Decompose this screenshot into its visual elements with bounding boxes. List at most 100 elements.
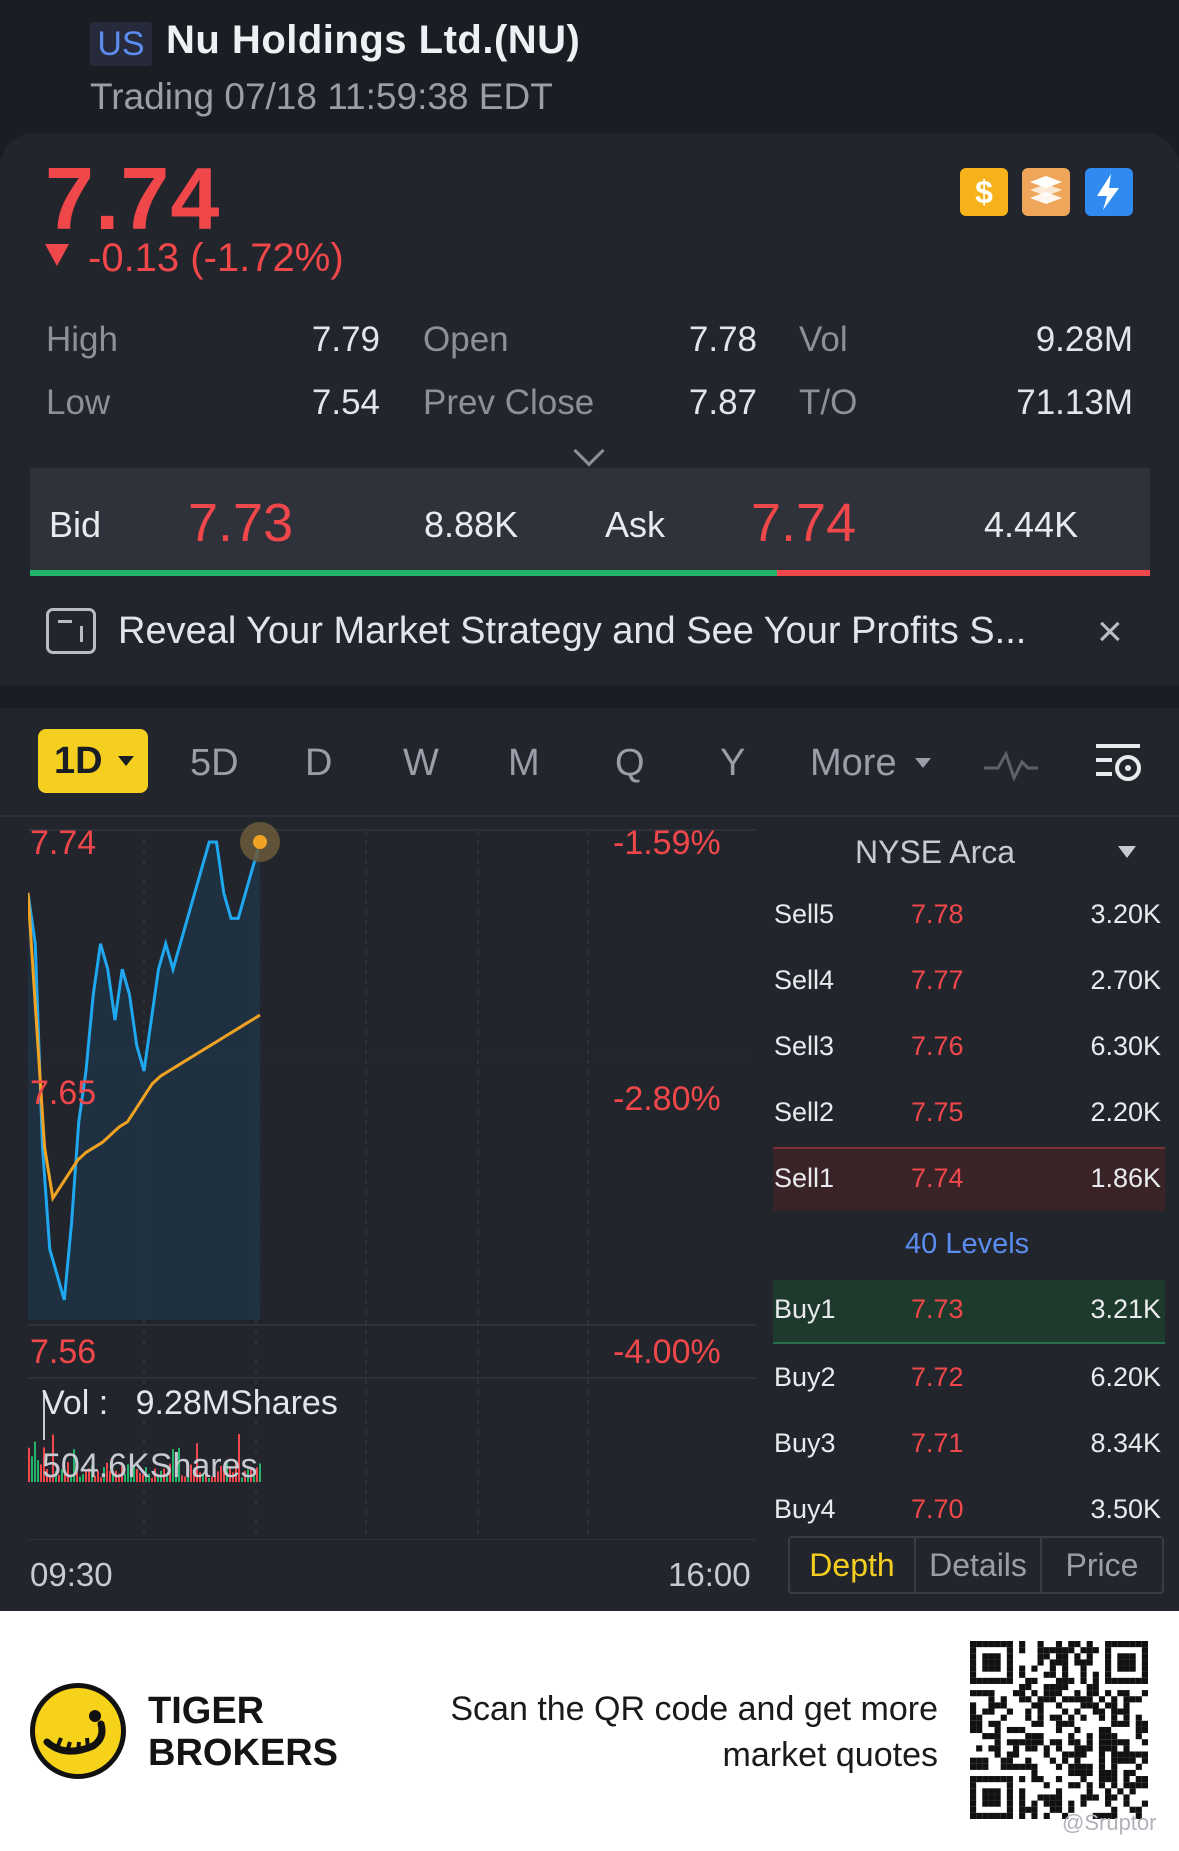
- qr-module: [1012, 1739, 1020, 1746]
- qr-module: [1092, 1702, 1099, 1709]
- qr-module: [1086, 1763, 1093, 1770]
- qr-module: [1000, 1714, 1007, 1721]
- qr-module: [1135, 1733, 1142, 1740]
- qr-module: [970, 1671, 977, 1678]
- qr-module: [970, 1653, 977, 1660]
- qr-module: [1135, 1696, 1142, 1703]
- qr-module: [1006, 1812, 1013, 1819]
- qr-module: [1031, 1800, 1038, 1807]
- qr-module: [1111, 1794, 1118, 1801]
- qr-module: [988, 1776, 995, 1783]
- tab-more[interactable]: More: [810, 742, 897, 785]
- qr-module: [1062, 1665, 1069, 1672]
- qr-module: [1043, 1800, 1050, 1807]
- tab-q[interactable]: Q: [615, 742, 645, 785]
- qr-module: [988, 1733, 995, 1740]
- buy-price: 7.73: [911, 1294, 964, 1324]
- qr-module: [1123, 1641, 1130, 1648]
- books-icon[interactable]: [1022, 168, 1070, 216]
- qr-module: [1105, 1733, 1112, 1740]
- qr-module: [1006, 1671, 1013, 1678]
- footer-message: Scan the QR code and get more market quo…: [380, 1686, 938, 1778]
- qr-module: [1129, 1659, 1136, 1666]
- time-end-label: 16:00: [668, 1556, 751, 1593]
- sell-size: 2.20K: [1090, 1097, 1161, 1127]
- qr-module: [1092, 1794, 1099, 1801]
- levels-link[interactable]: 40 Levels: [905, 1228, 1029, 1261]
- tab-m[interactable]: M: [508, 742, 540, 785]
- qr-module: [1062, 1757, 1069, 1764]
- qr-module: [1129, 1653, 1136, 1660]
- qr-module: [1000, 1696, 1007, 1703]
- qr-module: [1141, 1800, 1148, 1807]
- qr-module: [1080, 1800, 1087, 1807]
- qr-module: [988, 1690, 995, 1697]
- tab-y[interactable]: Y: [720, 742, 745, 785]
- qr-module: [1043, 1782, 1050, 1789]
- y-axis-top-label: 7.74: [30, 824, 97, 862]
- qr-module: [994, 1726, 1001, 1734]
- qr-module: [1080, 1745, 1087, 1752]
- qr-module: [982, 1788, 989, 1795]
- qr-module: [1025, 1733, 1032, 1740]
- caret-down-icon[interactable]: [1118, 846, 1136, 858]
- qr-module: [1006, 1788, 1013, 1795]
- qr-module: [1129, 1788, 1136, 1795]
- qr-module: [1141, 1751, 1148, 1758]
- qr-module: [988, 1641, 995, 1648]
- dollar-icon[interactable]: $: [960, 168, 1008, 216]
- buy-label: Buy4: [774, 1494, 836, 1524]
- qr-module: [994, 1659, 1001, 1666]
- sell-label: Sell3: [774, 1031, 835, 1061]
- qr-module: [1049, 1659, 1056, 1666]
- qr-module: [1074, 1696, 1081, 1703]
- bid-label: Bid: [49, 504, 102, 545]
- qr-module: [1123, 1690, 1130, 1697]
- qr-module: [1129, 1665, 1136, 1672]
- qr-module: [1123, 1769, 1130, 1777]
- qr-module: [982, 1708, 989, 1715]
- tab-w[interactable]: W: [403, 742, 439, 785]
- buy-price: 7.71: [911, 1428, 964, 1458]
- qr-module: [1062, 1708, 1069, 1715]
- promo-banner-text[interactable]: Reveal Your Market Strategy and See Your…: [118, 610, 1026, 653]
- tab-depth[interactable]: Depth: [790, 1538, 914, 1592]
- qr-module: [1098, 1733, 1106, 1740]
- tab-details[interactable]: Details: [916, 1538, 1040, 1592]
- tab-5d[interactable]: 5D: [190, 742, 239, 785]
- qr-module: [1006, 1653, 1013, 1660]
- qr-module: [1006, 1800, 1013, 1807]
- qr-module: [1123, 1702, 1130, 1709]
- exchange-selector[interactable]: NYSE Arca: [855, 834, 1015, 871]
- qr-module: [1062, 1751, 1069, 1758]
- qr-module: [1006, 1665, 1013, 1672]
- qr-module: [1111, 1763, 1118, 1770]
- flash-icon[interactable]: [1085, 168, 1133, 216]
- qr-module: [1135, 1782, 1142, 1789]
- tab-d[interactable]: D: [305, 742, 332, 785]
- qr-module: [1123, 1696, 1130, 1703]
- qr-module: [1055, 1659, 1063, 1666]
- qr-module: [1068, 1720, 1075, 1727]
- qr-module: [1123, 1708, 1130, 1715]
- brand-name: TIGER BROKERS: [148, 1690, 338, 1774]
- qr-module: [1055, 1726, 1063, 1734]
- high-label: High: [46, 320, 118, 359]
- qr-module: [1086, 1733, 1093, 1740]
- price-chart[interactable]: [28, 820, 756, 1540]
- sell-row: Sell3 7.76 6.30K: [773, 1021, 1165, 1077]
- volume-label: Vol : 9.28MShares: [42, 1384, 338, 1423]
- tab-price[interactable]: Price: [1042, 1538, 1162, 1592]
- indicator-icon[interactable]: [982, 748, 1040, 782]
- qr-module: [976, 1757, 983, 1764]
- qr-module: [1086, 1788, 1093, 1795]
- y-axis-mid-label: 7.65: [30, 1074, 97, 1112]
- qr-module: [1074, 1745, 1081, 1752]
- qr-module: [1111, 1720, 1118, 1727]
- chart-settings-icon[interactable]: [1092, 740, 1144, 788]
- qr-module: [1025, 1683, 1032, 1691]
- low-value: 7.54: [311, 383, 380, 422]
- order-book-tabs: Depth Details Price: [788, 1536, 1164, 1594]
- close-icon[interactable]: ×: [1097, 610, 1123, 654]
- qr-module: [1135, 1720, 1142, 1727]
